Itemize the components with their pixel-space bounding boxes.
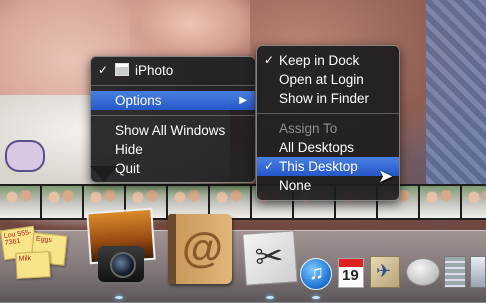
at-sign-icon: @ [182, 224, 223, 271]
menu-item-label: iPhoto [135, 63, 174, 78]
menu-separator [91, 115, 255, 116]
grab-dock-icon[interactable]: ✂ [242, 230, 298, 286]
menu-item-keep-in-dock[interactable]: ✓ Keep in Dock [257, 51, 399, 70]
background-photo-bunny-patch [5, 140, 45, 172]
dock-context-menu: ✓ iPhoto Options ▶ Show All Windows Hide… [90, 56, 256, 183]
photo-thumbnail-strip [0, 184, 486, 220]
music-note-icon: ♫ [309, 262, 324, 284]
sticky-note: Milk [15, 251, 51, 279]
menu-separator [257, 113, 399, 114]
checkmark-icon: ✓ [98, 63, 109, 77]
menu-item-label: This Desktop [279, 159, 358, 174]
checkmark-icon: ✓ [264, 53, 275, 67]
background-photo-hand [130, 0, 250, 60]
menu-item-all-desktops[interactable]: All Desktops [257, 138, 399, 157]
background-photo-shirt [426, 0, 486, 190]
menu-item-show-all-windows[interactable]: Show All Windows [91, 121, 255, 140]
photo-thumbnail [420, 186, 460, 218]
dock-icon-partial[interactable] [470, 256, 486, 288]
mouse-pointer-icon: ➤ [378, 166, 394, 186]
ical-dock-icon[interactable]: 19 [338, 258, 364, 288]
menu-pointer-arrow [90, 166, 118, 182]
window-icon [115, 63, 129, 76]
ical-header [339, 259, 363, 267]
iphoto-dock-icon[interactable] [84, 207, 156, 286]
calculator-dock-icon[interactable] [444, 256, 466, 288]
photo-thumbnail [462, 186, 486, 218]
checkmark-icon: ✓ [264, 159, 275, 173]
running-indicator [312, 296, 320, 299]
photo-thumbnail [0, 186, 40, 218]
itunes-dock-icon[interactable]: ♫ [300, 258, 332, 290]
menu-item-label: Options [115, 93, 162, 108]
menu-item-show-in-finder[interactable]: Show in Finder [257, 89, 399, 108]
scissors-icon: ✂ [253, 237, 285, 278]
submenu-arrow-icon: ▶ [239, 95, 247, 106]
stamp-icon: ✈ [376, 261, 392, 281]
camera-lens [110, 252, 136, 278]
menu-item-label: Keep in Dock [279, 53, 360, 68]
stickies-dock-icon[interactable]: Lou 555-7361 Eggs Milk [0, 218, 70, 280]
address-book-dock-icon[interactable]: @ [168, 214, 232, 284]
ichat-dock-icon[interactable] [406, 258, 440, 286]
running-indicator [266, 296, 274, 299]
ical-day-number: 19 [342, 267, 359, 284]
photo-thumbnail [42, 186, 82, 218]
menu-item-open-at-login[interactable]: Open at Login [257, 70, 399, 89]
menu-separator [91, 85, 255, 86]
menu-item-iphoto-window[interactable]: ✓ iPhoto [91, 61, 255, 80]
menu-item-options[interactable]: Options ▶ [91, 91, 255, 110]
menu-header-assign-to: Assign To [279, 121, 338, 136]
menu-item-hide[interactable]: Hide [91, 140, 255, 159]
preview-dock-icon[interactable]: ✈ [370, 256, 400, 288]
camera-icon [98, 246, 144, 282]
running-indicator [115, 296, 123, 299]
